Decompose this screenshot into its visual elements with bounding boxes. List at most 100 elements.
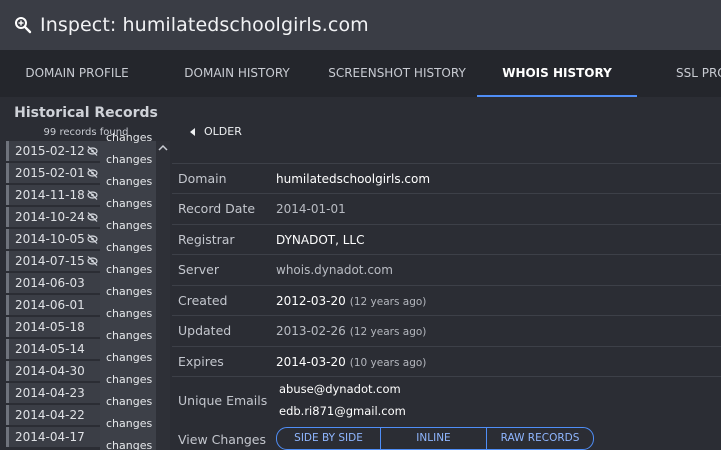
records-scrollbar[interactable] <box>156 141 170 450</box>
field-updated: Updated 2013-02-26 (12 years ago) <box>172 315 721 346</box>
record-date: 2014-07-15 <box>15 254 85 268</box>
server-value: whois.dynadot.com <box>276 263 393 277</box>
record-date: 2014-06-01 <box>15 298 85 312</box>
field-label: Created <box>178 293 228 308</box>
field-unique-emails: Unique Emails abuse@dynadot.com edb.ri87… <box>172 376 721 424</box>
record-item[interactable]: 2014-04-17 <box>6 427 100 447</box>
tab-whois-history[interactable]: WHOIS HISTORY <box>477 50 637 97</box>
field-label: Registrar <box>178 232 235 247</box>
updated-value: 2013-02-26 <box>276 324 346 338</box>
expires-value: 2014-03-20 <box>276 355 346 369</box>
field-expires: Expires 2014-03-20 (10 years ago) <box>172 346 721 376</box>
changes-link[interactable]: changes <box>106 285 152 298</box>
email-value: abuse@dynadot.com <box>279 382 401 396</box>
field-record-date: Record Date 2014-01-01 <box>172 193 721 224</box>
field-label: Expires <box>178 354 224 369</box>
changes-link[interactable]: changes <box>106 241 152 254</box>
chevron-up-icon[interactable] <box>158 144 168 152</box>
record-date: 2014-11-18 <box>15 188 85 202</box>
changes-link[interactable]: changes <box>106 395 152 408</box>
record-date: 2014-05-14 <box>15 342 85 356</box>
email-value: edb.ri871@gmail.com <box>279 404 406 418</box>
eye-slash-icon <box>87 146 98 156</box>
view-changes-buttons: SIDE BY SIDE INLINE RAW RECORDS <box>276 427 594 450</box>
tab-ssl-profile[interactable]: SSL PRO <box>676 50 721 97</box>
field-domain: Domain humilatedschoolgirls.com <box>172 163 721 193</box>
tab-domain-history[interactable]: DOMAIN HISTORY <box>162 50 312 97</box>
record-date: 2014-04-17 <box>15 430 85 444</box>
record-item[interactable]: 2014-04-30 <box>6 361 100 381</box>
record-date: 2014-10-05 <box>15 232 85 246</box>
eye-slash-icon <box>87 190 98 200</box>
updated-ago: (12 years ago) <box>349 326 427 338</box>
eye-slash-icon <box>87 234 98 244</box>
changes-link[interactable]: changes <box>106 329 152 342</box>
registrar-value: DYNADOT, LLC <box>276 233 365 247</box>
record-item[interactable]: 2014-06-01 <box>6 295 100 315</box>
inspect-header: Inspect: humilatedschoolgirls.com <box>0 0 721 50</box>
created-ago: (12 years ago) <box>349 296 427 308</box>
eye-slash-icon <box>87 256 98 266</box>
changes-link[interactable]: changes <box>106 153 152 166</box>
record-item[interactable]: 2014-05-14 <box>6 339 100 359</box>
field-label: Domain <box>178 171 227 186</box>
record-date: 2014-06-03 <box>15 276 85 290</box>
field-label: Unique Emails <box>178 393 268 408</box>
historical-records-title: Historical Records <box>14 105 158 121</box>
record-date: 2014-04-22 <box>15 408 85 422</box>
changes-link[interactable]: changes <box>106 307 152 320</box>
eye-slash-icon <box>87 212 98 222</box>
changes-link[interactable]: changes <box>106 373 152 386</box>
changes-link[interactable]: changes <box>106 175 152 188</box>
page-title: Inspect: humilatedschoolgirls.com <box>40 14 369 36</box>
field-created: Created 2012-03-20 (12 years ago) <box>172 285 721 315</box>
historical-records-panel: Historical Records 99 records found chan… <box>0 97 172 450</box>
created-value: 2012-03-20 <box>276 294 346 308</box>
older-button[interactable]: OLDER <box>190 125 242 138</box>
field-label: Server <box>178 262 219 277</box>
record-item[interactable]: 2014-11-18 <box>6 185 100 205</box>
tab-screenshot-history[interactable]: SCREENSHOT HISTORY <box>320 50 474 97</box>
expires-ago: (10 years ago) <box>349 357 427 369</box>
record-date: 2015-02-01 <box>15 166 85 180</box>
caret-left-icon <box>190 127 195 136</box>
side-by-side-button[interactable]: SIDE BY SIDE <box>277 428 381 449</box>
record-item[interactable]: 2014-10-05 <box>6 229 100 249</box>
field-label: Updated <box>178 323 232 338</box>
tab-bar: DOMAIN PROFILE DOMAIN HISTORY SCREENSHOT… <box>0 50 721 97</box>
changes-link[interactable]: changes <box>106 439 152 450</box>
record-item[interactable]: 2014-05-18 <box>6 317 100 337</box>
whois-record-panel: OLDER Domain humilatedschoolgirls.com Re… <box>172 97 721 450</box>
record-item[interactable]: 2014-04-22 <box>6 405 100 425</box>
record-item[interactable]: 2014-06-03 <box>6 273 100 293</box>
changes-link[interactable]: changes <box>106 197 152 210</box>
record-item[interactable]: 2014-10-24 <box>6 207 100 227</box>
changes-link[interactable]: changes <box>106 219 152 232</box>
field-label: Record Date <box>178 201 256 216</box>
record-item[interactable]: 2015-02-12 <box>6 141 100 161</box>
changes-link[interactable]: changes <box>106 131 152 144</box>
record-item[interactable]: 2015-02-01 <box>6 163 100 183</box>
changes-link[interactable]: changes <box>106 351 152 364</box>
record-item[interactable]: 2014-04-23 <box>6 383 100 403</box>
changes-link[interactable]: changes <box>106 263 152 276</box>
record-item[interactable]: 2014-07-15 <box>6 251 100 271</box>
eye-slash-icon <box>87 168 98 178</box>
inline-button[interactable]: INLINE <box>381 428 487 449</box>
changes-link[interactable]: changes <box>106 417 152 430</box>
record-date: 2014-04-30 <box>15 364 85 378</box>
domain-value: humilatedschoolgirls.com <box>276 172 431 186</box>
record-date: 2015-02-12 <box>15 144 85 158</box>
record-date: 2014-10-24 <box>15 210 85 224</box>
field-registrar: Registrar DYNADOT, LLC <box>172 224 721 254</box>
record-date: 2014-05-18 <box>15 320 85 334</box>
changes-column: changes changes changes changes changes … <box>100 131 156 450</box>
raw-records-button[interactable]: RAW RECORDS <box>487 428 593 449</box>
older-label: OLDER <box>204 125 242 138</box>
field-server: Server whois.dynadot.com <box>172 254 721 285</box>
record-date: 2014-04-23 <box>15 386 85 400</box>
tab-domain-profile[interactable]: DOMAIN PROFILE <box>0 50 154 97</box>
field-label: View Changes <box>178 432 267 447</box>
record-date-value: 2014-01-01 <box>276 202 346 216</box>
search-icon <box>15 17 32 34</box>
